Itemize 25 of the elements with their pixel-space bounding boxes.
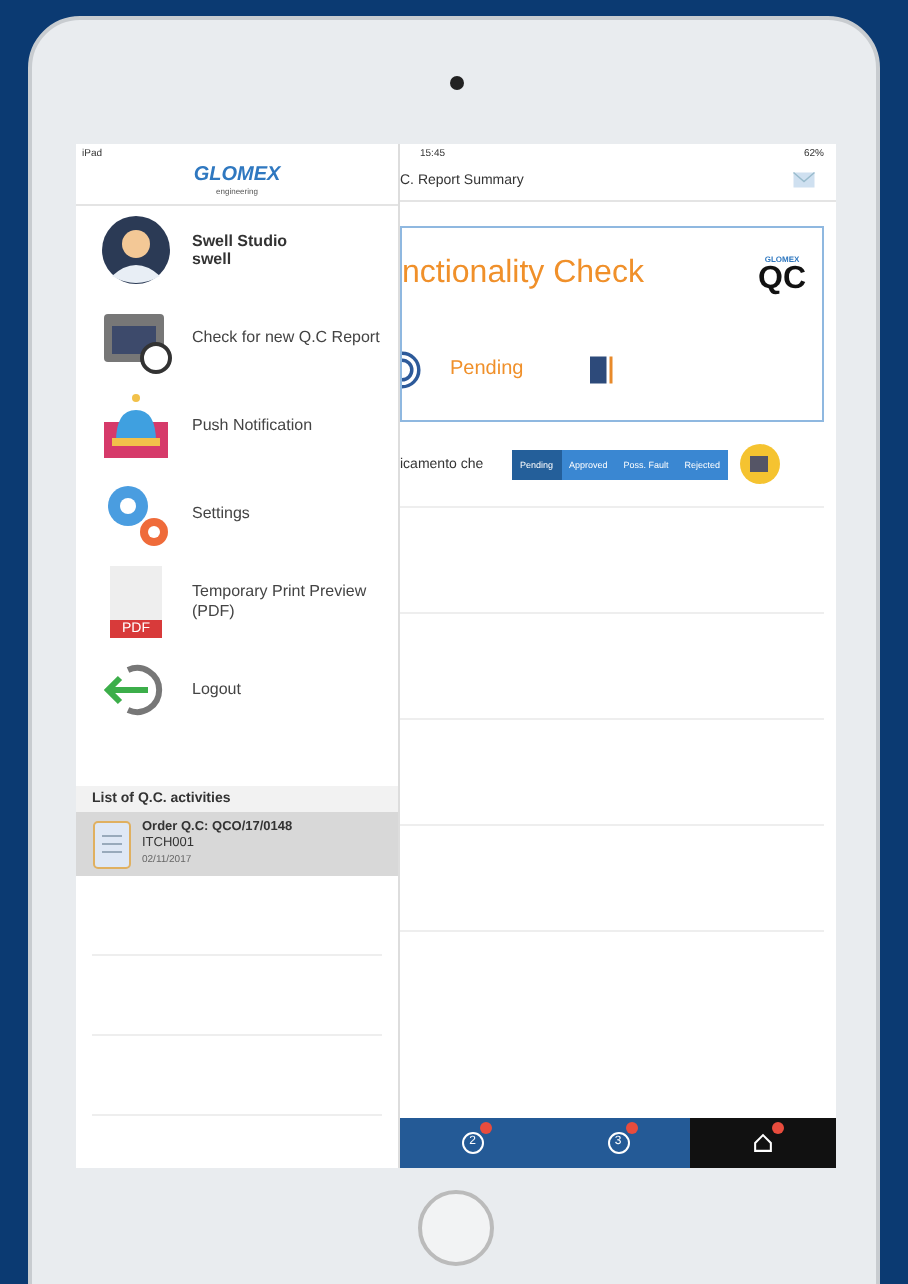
tab-item[interactable] xyxy=(690,1118,837,1168)
camera-icon xyxy=(449,76,463,90)
profile-username: swell xyxy=(192,250,234,268)
avatar-icon xyxy=(100,214,172,286)
notification-badge xyxy=(480,1122,493,1134)
bell-icon xyxy=(100,390,172,462)
logo-text: GLOMEX xyxy=(193,164,281,186)
house-icon xyxy=(752,1132,775,1154)
menu-item[interactable]: Logout xyxy=(76,646,398,734)
menu-item[interactable]: Check for new Q.C Report xyxy=(76,294,398,382)
menu-label: Push Notification xyxy=(192,416,313,436)
menu-item[interactable]: Settings xyxy=(76,470,398,558)
menu-label: Temporary Print Preview (PDF) xyxy=(192,582,369,622)
menu-label: Check for new Q.C Report xyxy=(192,328,380,348)
menu-label: Settings xyxy=(192,504,250,524)
edit-icon[interactable] xyxy=(740,444,781,484)
clipboard-icon xyxy=(92,818,132,870)
status-text: Pending xyxy=(450,358,526,380)
card-title: nctionality Check xyxy=(402,255,644,291)
notebook-icon xyxy=(590,351,614,387)
notification-badge xyxy=(771,1122,784,1134)
profile-name: Swell Studio xyxy=(192,232,288,250)
notification-badge xyxy=(626,1122,638,1134)
menu-item[interactable]: Push Notification xyxy=(76,382,398,470)
menu-label: Logout xyxy=(192,680,241,700)
